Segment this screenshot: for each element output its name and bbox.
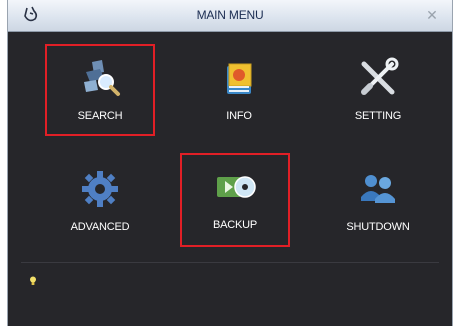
menu-item-label: INFO bbox=[226, 110, 252, 122]
menu-item-label: SHUTDOWN bbox=[346, 221, 410, 233]
menu-item-shutdown[interactable]: SHUTDOWN bbox=[323, 155, 433, 247]
menu-item-label: SEARCH bbox=[77, 110, 123, 122]
menu-item-backup[interactable]: BACKUP bbox=[180, 153, 290, 247]
menu-item-info[interactable]: INFO bbox=[184, 44, 294, 136]
menu-item-setting[interactable]: SETTING bbox=[323, 44, 433, 136]
menu-item-advanced[interactable]: ADVANCED bbox=[45, 155, 155, 247]
main-menu-window: MAIN MENU ✕ SEARCH INFO SETTING ADVANCED… bbox=[7, 0, 453, 326]
window-title: MAIN MENU bbox=[196, 8, 264, 22]
info-icon bbox=[227, 63, 252, 94]
gear-icon bbox=[82, 171, 118, 207]
menu-item-search[interactable]: SEARCH bbox=[45, 44, 155, 136]
divider bbox=[21, 262, 439, 263]
setting-tools-icon bbox=[361, 57, 399, 95]
lightbulb-icon bbox=[30, 276, 36, 285]
menu-item-label: SETTING bbox=[354, 110, 402, 122]
menu-item-label: BACKUP bbox=[212, 219, 258, 231]
backup-disc-icon bbox=[217, 176, 256, 198]
menu-item-label: ADVANCED bbox=[70, 221, 130, 233]
shutdown-users-icon bbox=[361, 175, 395, 203]
close-icon[interactable]: ✕ bbox=[424, 7, 440, 23]
search-icon bbox=[84, 60, 120, 96]
title-bar: MAIN MENU ✕ bbox=[8, 0, 452, 32]
